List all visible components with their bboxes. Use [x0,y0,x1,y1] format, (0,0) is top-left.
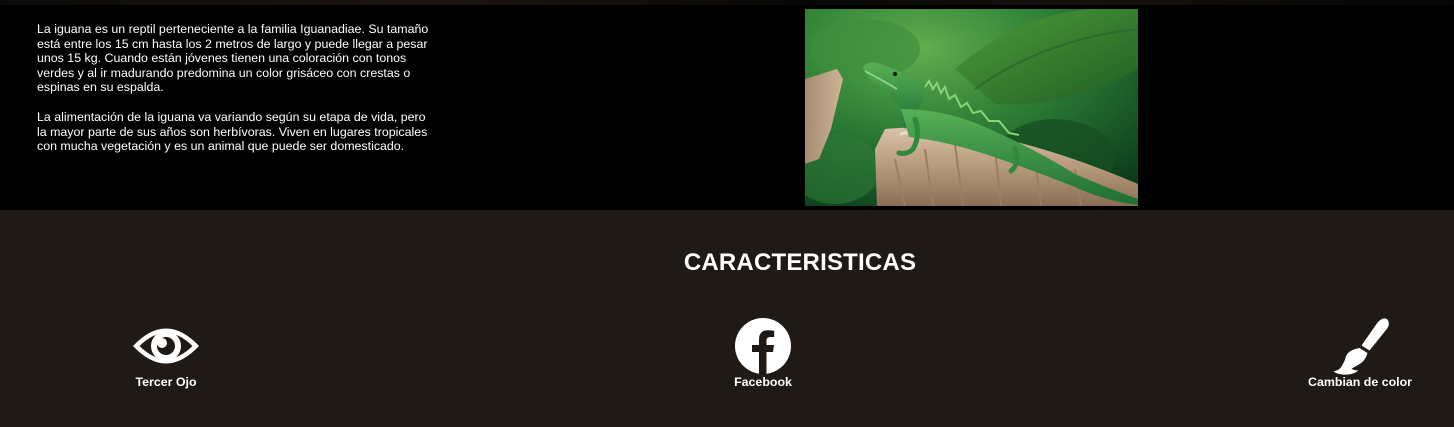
facebook-icon[interactable] [728,317,798,375]
iguana-photo [805,9,1138,206]
intro-text: La iguana es un reptil perteneciente a l… [37,22,437,169]
features-title: CARACTERISTICAS [683,249,917,276]
feature-third-eye: Tercer Ojo [131,317,201,389]
page: La iguana es un reptil perteneciente a l… [0,0,1454,427]
features-section: CARACTERISTICAS Tercer Ojo Facebook Camb… [0,210,1454,427]
intro-section: La iguana es un reptil perteneciente a l… [0,0,1454,210]
eye-icon [133,328,199,364]
paintbrush-icon [1333,318,1389,375]
intro-paragraph-2: La alimentación de la iguana va variando… [37,109,428,154]
feature-third-eye-label: Tercer Ojo [135,375,197,389]
intro-paragraph-1: La iguana es un reptil perteneciente a l… [37,22,429,95]
feature-color-change: Cambian de color [1302,317,1418,389]
feature-facebook[interactable]: Facebook [728,317,798,389]
feature-color-change-label: Cambian de color [1308,375,1412,389]
header-edge [0,0,1454,5]
feature-facebook-label[interactable]: Facebook [734,375,792,389]
